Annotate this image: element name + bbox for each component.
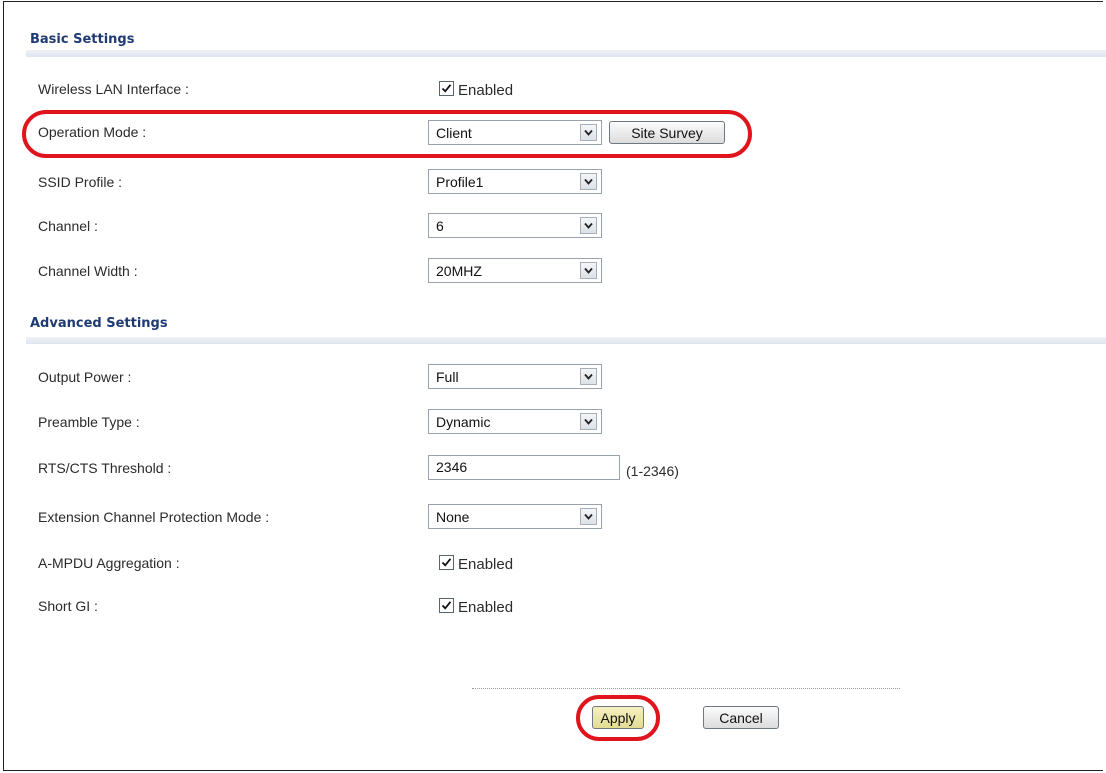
select-value: Full <box>436 369 459 385</box>
ssid-profile-select[interactable]: Profile1 <box>428 169 602 194</box>
advanced-settings-title: Advanced Settings <box>30 316 168 331</box>
cancel-button[interactable]: Cancel <box>703 706 779 729</box>
footer-divider <box>472 688 900 689</box>
short-gi-label: Short GI : <box>38 598 98 614</box>
checkbox-label: Enabled <box>458 82 514 99</box>
channel-label: Channel : <box>38 218 98 234</box>
short-gi-enabled[interactable]: Enabled <box>439 598 513 616</box>
checkbox-checked-icon[interactable] <box>439 555 454 570</box>
chevron-down-icon[interactable] <box>580 413 597 430</box>
preamble-type-select[interactable]: Dynamic <box>428 409 602 434</box>
output-power-label: Output Power : <box>38 369 132 385</box>
input-value: 2346 <box>436 459 468 475</box>
chevron-down-icon[interactable] <box>580 173 597 190</box>
chevron-down-icon[interactable] <box>580 368 597 385</box>
checkbox-label: Enabled <box>458 556 514 573</box>
ampdu-aggregation-enabled[interactable]: Enabled <box>439 555 513 573</box>
channel-select[interactable]: 6 <box>428 213 602 238</box>
channel-width-select[interactable]: 20MHZ <box>428 258 602 283</box>
section-divider <box>26 337 1106 344</box>
section-divider <box>26 50 1106 57</box>
rts-cts-threshold-input[interactable]: 2346 <box>428 455 620 480</box>
wireless-lan-label: Wireless LAN Interface : <box>38 81 189 97</box>
chevron-down-icon[interactable] <box>580 262 597 279</box>
select-value: None <box>436 509 470 525</box>
extension-channel-protection-select[interactable]: None <box>428 504 602 529</box>
rts-cts-threshold-label: RTS/CTS Threshold : <box>38 460 172 476</box>
checkbox-label: Enabled <box>458 599 514 616</box>
chevron-down-icon[interactable] <box>580 508 597 525</box>
chevron-down-icon[interactable] <box>580 217 597 234</box>
operation-mode-highlight <box>22 110 752 158</box>
extension-channel-protection-label: Extension Channel Protection Mode : <box>38 509 270 525</box>
channel-width-label: Channel Width : <box>38 263 138 279</box>
preamble-type-label: Preamble Type : <box>38 414 140 430</box>
apply-highlight <box>576 695 660 741</box>
select-value: Profile1 <box>436 174 484 190</box>
select-value: Dynamic <box>436 414 491 430</box>
output-power-select[interactable]: Full <box>428 364 602 389</box>
checkbox-checked-icon[interactable] <box>439 81 454 96</box>
ampdu-aggregation-label: A-MPDU Aggregation : <box>38 555 180 571</box>
checkbox-checked-icon[interactable] <box>439 598 454 613</box>
basic-settings-title: Basic Settings <box>30 32 135 47</box>
wireless-lan-enabled[interactable]: Enabled <box>439 81 513 99</box>
rts-cts-range-hint: (1-2346) <box>626 463 679 479</box>
ssid-profile-label: SSID Profile : <box>38 174 123 190</box>
select-value: 6 <box>436 218 444 234</box>
select-value: 20MHZ <box>436 263 482 279</box>
